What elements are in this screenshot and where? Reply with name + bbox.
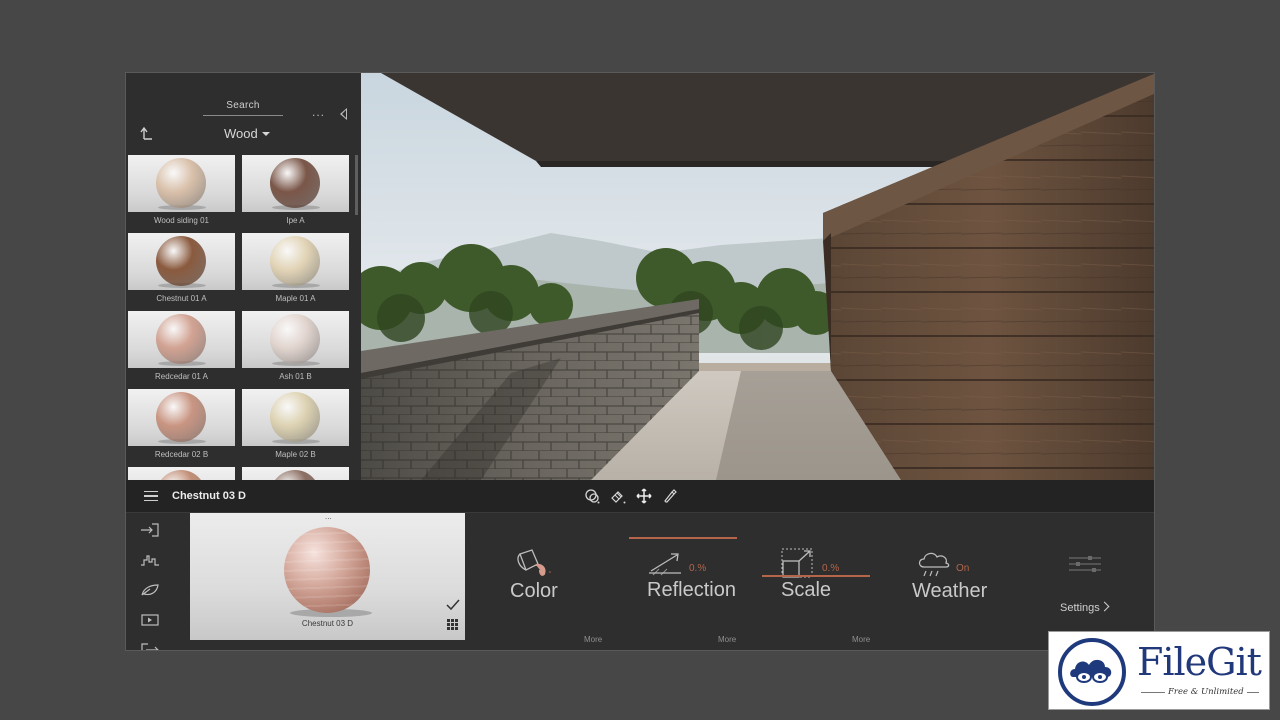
- scale-percent: 0.%: [822, 563, 840, 574]
- more-options-icon[interactable]: ...: [312, 105, 325, 119]
- material-preview[interactable]: ... Chestnut 03 D: [190, 512, 465, 640]
- reflection-level-bar[interactable]: [629, 537, 737, 539]
- back-icon[interactable]: [140, 126, 154, 140]
- cloud-rain-icon: [918, 552, 950, 577]
- color-more-link[interactable]: More: [584, 635, 602, 644]
- chevron-right-icon[interactable]: [1099, 601, 1110, 612]
- material-thumbnail: [128, 311, 235, 368]
- reflection-more-link[interactable]: More: [718, 635, 736, 644]
- material-name: Redcedar 02 B: [154, 450, 209, 459]
- app-window: Search ... Wood Wood siding 01 Ipe A Chest…: [125, 72, 1155, 651]
- material-thumbnail: [242, 311, 349, 368]
- leaf-icon[interactable]: [140, 583, 160, 597]
- export-icon[interactable]: [140, 643, 160, 651]
- weather-status: On: [956, 563, 970, 574]
- color-property[interactable]: Color: [506, 513, 596, 650]
- material-thumbnail: [128, 233, 235, 290]
- eyedropper-icon[interactable]: [662, 488, 678, 504]
- paint-icon[interactable]: [610, 488, 626, 504]
- material-library: Search ... Wood Wood siding 01 Ipe A Chest…: [126, 73, 361, 480]
- material-sphere: [156, 236, 206, 286]
- scale-level-bar[interactable]: [762, 575, 870, 577]
- preview-handle: ...: [325, 512, 332, 521]
- grid-icon[interactable]: [447, 619, 458, 630]
- material-tile[interactable]: Maple 01 A: [242, 233, 349, 304]
- material-sphere: [156, 470, 206, 480]
- side-toolbar: [140, 523, 162, 651]
- material-thumbnail: [242, 233, 349, 290]
- material-name: Ipe A: [286, 216, 305, 225]
- category-label: Wood: [224, 126, 258, 141]
- material-tile[interactable]: Wood siding 01: [128, 155, 235, 226]
- material-sphere: [270, 158, 320, 208]
- scale-label: Scale: [781, 579, 832, 601]
- filegit-watermark: FileGit Free & Unlimited: [1048, 631, 1270, 710]
- chevron-down-icon: [261, 132, 270, 136]
- material-thumbnail: [242, 389, 349, 446]
- weather-property[interactable]: On Weather: [912, 513, 1012, 650]
- scale-property[interactable]: 0.% Scale: [762, 513, 877, 650]
- move-icon[interactable]: [636, 488, 652, 504]
- preview-material-name: Chestnut 03 D: [301, 619, 354, 628]
- material-tile[interactable]: [242, 467, 349, 480]
- scale-more-link[interactable]: More: [852, 635, 870, 644]
- current-material-name: Chestnut 03 D: [172, 490, 246, 502]
- material-sphere: [270, 236, 320, 286]
- material-grid: Wood siding 01 Ipe A Chestnut 01 A Maple 01…: [128, 155, 352, 480]
- material-sphere: [156, 314, 206, 364]
- sliders-icon[interactable]: [1068, 555, 1102, 573]
- color-label: Color: [510, 580, 558, 602]
- toolbar: Chestnut 03 D: [126, 480, 1154, 513]
- settings-button[interactable]: Settings: [1060, 602, 1100, 614]
- material-sphere: [270, 392, 320, 442]
- material-thumbnail: [242, 155, 349, 212]
- waveform-icon[interactable]: [140, 553, 160, 567]
- reflection-percent: 0.%: [689, 563, 707, 574]
- material-tile[interactable]: [128, 467, 235, 480]
- material-name: Ash 01 B: [279, 372, 312, 381]
- material-thumbnail: [128, 389, 235, 446]
- scene-image: [361, 73, 1154, 480]
- material-tile[interactable]: Ash 01 B: [242, 311, 349, 382]
- material-tile[interactable]: Redcedar 01 A: [128, 311, 235, 382]
- reflection-icon: [649, 553, 681, 576]
- material-editor-panel: ... Chestnut 03 D Color 0.% Reflection 0…: [126, 512, 1154, 651]
- weather-label: Weather: [912, 580, 988, 602]
- library-scrollbar[interactable]: [355, 155, 358, 215]
- play-icon[interactable]: [140, 613, 160, 627]
- material-tile[interactable]: Maple 02 B: [242, 389, 349, 460]
- material-name: Wood siding 01: [154, 216, 209, 225]
- category-dropdown[interactable]: Wood: [224, 126, 270, 141]
- material-tile[interactable]: Redcedar 02 B: [128, 389, 235, 460]
- material-thumbnail: [242, 467, 349, 480]
- material-sphere: [270, 470, 320, 480]
- material-sphere: [156, 392, 206, 442]
- material-sphere: [156, 158, 206, 208]
- material-sphere: [270, 314, 320, 364]
- viewport-render[interactable]: [361, 73, 1154, 480]
- check-icon[interactable]: [446, 599, 460, 611]
- watermark-subtitle: Free & Unlimited: [1165, 687, 1247, 697]
- material-name: Maple 02 B: [275, 450, 316, 459]
- material-thumbnail: [128, 467, 235, 480]
- preview-sphere: [284, 527, 370, 613]
- material-name: Maple 01 A: [275, 294, 316, 303]
- search-field[interactable]: Search: [203, 100, 283, 116]
- paint-bucket-icon: [517, 549, 551, 576]
- reflection-label: Reflection: [647, 579, 736, 601]
- tool-group: [584, 488, 678, 504]
- material-name: Chestnut 01 A: [156, 294, 207, 303]
- material-thumbnail: [128, 155, 235, 212]
- filegit-logo: [1058, 638, 1126, 706]
- import-icon[interactable]: [140, 523, 160, 537]
- watermark-title: FileGit: [1137, 640, 1262, 684]
- reflection-property[interactable]: 0.% Reflection: [629, 513, 744, 650]
- material-name: Redcedar 01 A: [155, 372, 208, 381]
- material-picker-icon[interactable]: [584, 488, 600, 504]
- material-tile[interactable]: Chestnut 01 A: [128, 233, 235, 304]
- material-tile[interactable]: Ipe A: [242, 155, 349, 226]
- menu-icon[interactable]: [144, 491, 158, 501]
- collapse-panel-icon[interactable]: [340, 108, 347, 120]
